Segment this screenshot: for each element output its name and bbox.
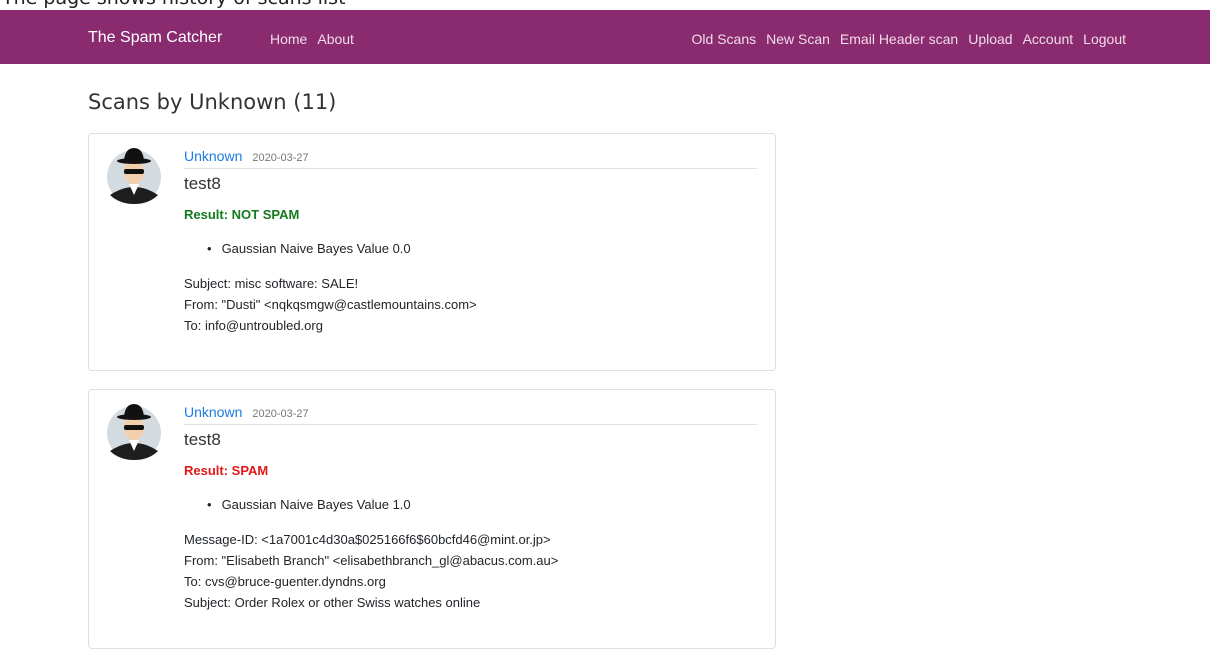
nav-logout[interactable]: Logout bbox=[1083, 31, 1126, 47]
nav-about[interactable]: About bbox=[317, 31, 354, 47]
spy-avatar-icon bbox=[107, 148, 161, 204]
scan-title: test8 bbox=[184, 430, 221, 449]
scan-date: 2020-03-27 bbox=[252, 152, 309, 164]
author-link[interactable]: Unknown bbox=[184, 148, 242, 164]
email-line: To: info@untroubled.org bbox=[184, 318, 323, 333]
nav-old-scans[interactable]: Old Scans bbox=[692, 31, 757, 47]
nav-email-header-scan[interactable]: Email Header scan bbox=[840, 31, 958, 47]
scan-title: test8 bbox=[184, 174, 221, 193]
email-line: From: "Elisabeth Branch" <elisabethbranc… bbox=[184, 553, 559, 568]
nav-left: Home About bbox=[270, 31, 354, 47]
metric-item: Gaussian Naive Bayes Value 1.0 bbox=[222, 497, 757, 512]
email-headers: Subject: misc software: SALE! From: "Dus… bbox=[184, 273, 757, 336]
page-title: Scans by Unknown (11) bbox=[88, 90, 337, 114]
scan-card: Unknown 2020-03-27 test8 Result: SPAM Ga… bbox=[88, 389, 776, 649]
scan-meta: Unknown 2020-03-27 bbox=[184, 404, 757, 425]
nav-account[interactable]: Account bbox=[1023, 31, 1074, 47]
metrics-list: Gaussian Naive Bayes Value 1.0 bbox=[222, 497, 757, 512]
nav-right: Old Scans New Scan Email Header scan Upl… bbox=[692, 31, 1126, 47]
scan-card: Unknown 2020-03-27 test8 Result: NOT SPA… bbox=[88, 133, 776, 371]
email-line: Message-ID: <1a7001c4d30a$025166f6$60bcf… bbox=[184, 532, 551, 547]
email-line: Subject: Order Rolex or other Swiss watc… bbox=[184, 595, 481, 610]
email-line: To: cvs@bruce-guenter.dyndns.org bbox=[184, 574, 386, 589]
scan-date: 2020-03-27 bbox=[252, 408, 309, 420]
metrics-list: Gaussian Naive Bayes Value 0.0 bbox=[222, 241, 757, 256]
email-headers: Message-ID: <1a7001c4d30a$025166f6$60bcf… bbox=[184, 529, 757, 613]
nav-new-scan[interactable]: New Scan bbox=[766, 31, 830, 47]
nav-home[interactable]: Home bbox=[270, 31, 307, 47]
scan-result: Result: NOT SPAM bbox=[184, 207, 300, 222]
scan-body: Unknown 2020-03-27 test8 Result: SPAM Ga… bbox=[184, 404, 757, 613]
scan-meta: Unknown 2020-03-27 bbox=[184, 148, 757, 169]
nav-upload[interactable]: Upload bbox=[968, 31, 1012, 47]
email-line: Subject: misc software: SALE! bbox=[184, 276, 359, 291]
author-link[interactable]: Unknown bbox=[184, 404, 242, 420]
caption-text: The page shows history of scans list bbox=[2, 0, 346, 9]
navbar: The Spam Catcher Home About Old Scans Ne… bbox=[0, 10, 1210, 64]
scan-body: Unknown 2020-03-27 test8 Result: NOT SPA… bbox=[184, 148, 757, 336]
scan-result: Result: SPAM bbox=[184, 463, 269, 478]
page-caption: The page shows history of scans list bbox=[0, 0, 1210, 10]
metric-item: Gaussian Naive Bayes Value 0.0 bbox=[222, 241, 757, 256]
email-line: From: "Dusti" <nqkqsmgw@castlemountains.… bbox=[184, 297, 477, 312]
brand-link[interactable]: The Spam Catcher bbox=[88, 29, 222, 47]
spy-avatar-icon bbox=[107, 404, 161, 460]
